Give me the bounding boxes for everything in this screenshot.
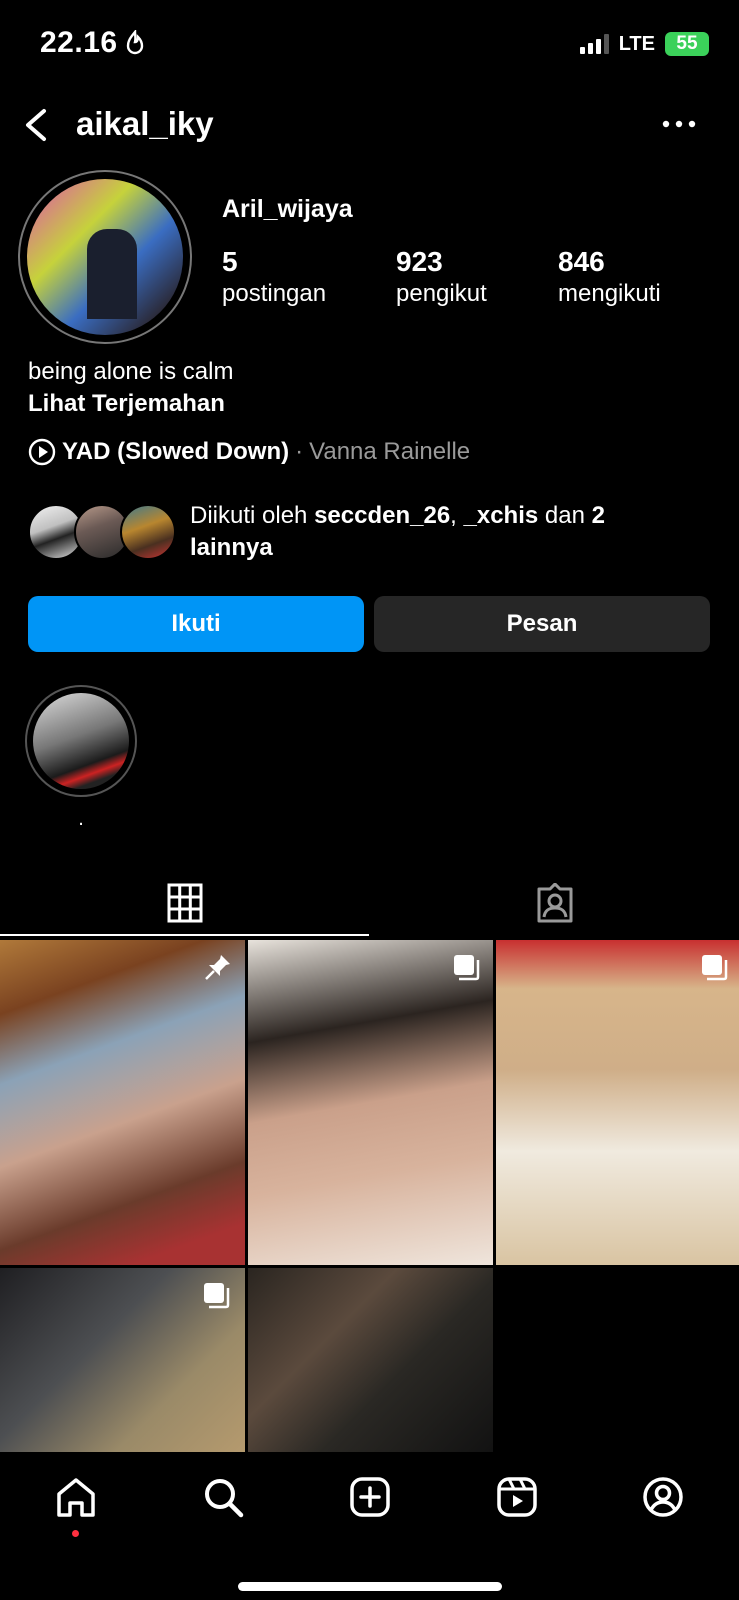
back-button[interactable]: [18, 103, 58, 147]
mutual-user-2[interactable]: _xchis: [464, 502, 539, 529]
search-icon: [205, 1479, 244, 1518]
tab-tagged[interactable]: [370, 868, 739, 938]
status-time-wrap: 22.16: [40, 26, 146, 60]
create-icon: [350, 1477, 390, 1517]
tagged-icon: [537, 883, 572, 923]
post-thumbnail[interactable]: [0, 940, 245, 1265]
follow-button[interactable]: Ikuti: [28, 596, 364, 652]
reels-icon: [497, 1477, 537, 1517]
mutual-user-1[interactable]: seccden_26: [314, 502, 450, 529]
stat-posts-value: 5: [222, 246, 238, 277]
profile-tabs: [0, 868, 739, 938]
stat-followers-value: 923: [396, 246, 443, 277]
mutual-avatar: [120, 504, 176, 560]
mutual-followers-text: Diikuti oleh seccden_26, _xchis dan 2 la…: [190, 500, 660, 564]
post-thumbnail[interactable]: [248, 1268, 493, 1452]
page-title: aikal_iky: [76, 105, 214, 142]
play-circle-icon: [28, 438, 56, 466]
profile-music[interactable]: YAD (Slowed Down) · Vanna Rainelle: [28, 438, 470, 466]
carousel-icon: [702, 955, 728, 981]
pin-icon: [205, 955, 230, 980]
stat-followers-label: pengikut: [396, 280, 487, 307]
story-highlight[interactable]: [25, 685, 137, 797]
mutual-comma: ,: [450, 502, 464, 529]
display-name: Aril_wijaya: [222, 195, 353, 223]
status-indicators: LTE 55: [579, 32, 709, 56]
stat-following-value: 846: [558, 246, 605, 277]
music-artist: Vanna Rainelle: [309, 438, 471, 465]
nav-home[interactable]: [51, 1472, 101, 1522]
notification-dot: [72, 1530, 79, 1537]
home-indicator: [238, 1582, 502, 1591]
signal-icon: [579, 34, 609, 54]
status-bar: 22.16 LTE 55: [0, 0, 739, 90]
avatar: [27, 179, 183, 335]
focus-flame-icon: [126, 30, 143, 55]
posts-grid: [0, 940, 739, 1452]
stat-following-label: mengikuti: [558, 280, 661, 307]
nav-create[interactable]: [345, 1472, 395, 1522]
mutual-middle: dan: [538, 502, 592, 529]
nav-profile[interactable]: [638, 1472, 688, 1522]
grid-icon: [167, 883, 202, 923]
mutual-avatars: [28, 504, 178, 560]
profile-icon: [643, 1477, 683, 1517]
highlight-cover: [33, 693, 129, 789]
music-title: YAD (Slowed Down): [62, 438, 290, 465]
post-thumbnail[interactable]: [0, 1268, 245, 1452]
battery-icon: 55: [665, 32, 709, 56]
carousel-icon: [454, 955, 480, 981]
post-thumbnail[interactable]: [248, 940, 493, 1265]
music-separator: ·: [295, 438, 304, 465]
profile-avatar[interactable]: [18, 170, 192, 344]
more-options-button[interactable]: [659, 109, 699, 139]
profile-header: aikal_iky: [0, 95, 739, 155]
post-thumbnail[interactable]: [496, 940, 739, 1265]
nav-reels[interactable]: [492, 1472, 542, 1522]
stat-posts-label: postingan: [222, 280, 327, 307]
home-icon: [57, 1478, 95, 1517]
bio-text: being alone is calm: [28, 358, 234, 385]
nav-search[interactable]: [198, 1472, 248, 1522]
highlight-label: .: [78, 808, 84, 830]
more-dots-icon: [662, 120, 696, 128]
active-tab-indicator: [0, 934, 369, 936]
stat-following[interactable]: 846 mengikuti: [558, 246, 661, 308]
chevron-left-icon: [26, 109, 46, 141]
stat-posts[interactable]: 5 postingan: [222, 246, 326, 308]
mutual-prefix: Diikuti oleh: [190, 502, 315, 529]
mutual-followers[interactable]: Diikuti oleh seccden_26, _xchis dan 2 la…: [28, 500, 718, 561]
tab-posts-grid[interactable]: [0, 868, 369, 938]
carousel-icon: [204, 1283, 230, 1309]
see-translation-link[interactable]: Lihat Terjemahan: [28, 390, 225, 418]
network-type: LTE: [618, 32, 655, 55]
bottom-navigation: [0, 1452, 739, 1600]
status-time: 22.16: [40, 26, 118, 59]
stat-followers[interactable]: 923 pengikut: [396, 246, 487, 308]
message-button[interactable]: Pesan: [374, 596, 710, 652]
